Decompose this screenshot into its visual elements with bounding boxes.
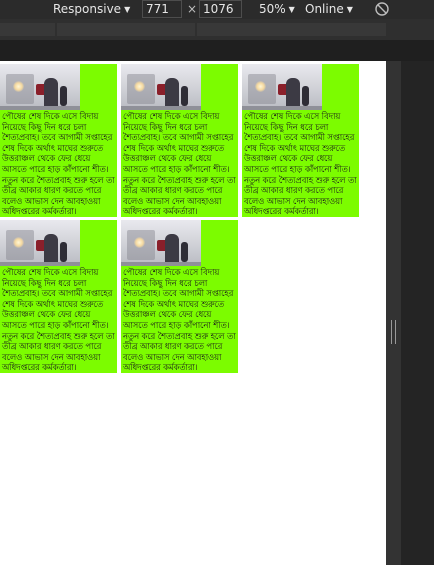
height-input[interactable]: 1076 [199, 0, 242, 18]
news-card-text: পৌষের শেষ দিকে এসে বিদায় নিয়েছে কিছু দ… [123, 267, 236, 373]
news-photo [0, 220, 80, 266]
triangle-down-icon: ▼ [124, 5, 131, 14]
devtools-background [401, 61, 434, 565]
throttle-select[interactable]: Online ▼ [305, 2, 353, 17]
triangle-down-icon: ▼ [346, 5, 353, 14]
news-card-text: পৌষের শেষ দিকে এসে বিদায় নিয়েছে কিছু দ… [2, 111, 115, 217]
news-photo [121, 64, 201, 110]
ruler-bar [0, 40, 434, 61]
width-input[interactable]: 771 [142, 0, 182, 18]
grip-icon[interactable] [391, 320, 396, 344]
zoom-select-label: 50% [259, 2, 286, 16]
news-photo [0, 64, 80, 110]
news-card-text: পৌষের শেষ দিকে এসে বিদায় নিয়েছে কিছু দ… [2, 267, 115, 373]
viewport-resize-handle[interactable] [386, 61, 401, 565]
media-query-bar [0, 19, 434, 40]
news-card: পৌষের শেষ দিকে এসে বিদায় নিয়েছে কিছু দ… [121, 220, 238, 373]
media-query-segment[interactable] [197, 23, 386, 36]
news-card: পৌষের শেষ দিকে এসে বিদায় নিয়েছে কিছু দ… [0, 220, 117, 373]
zoom-select[interactable]: 50% ▼ [259, 2, 295, 17]
device-toolbar: Responsive ▼ 771 × 1076 50% ▼ Online ▼ [0, 0, 434, 19]
news-card: পৌষের শেষ দিকে এসে বিদায় নিয়েছে কিছু দ… [121, 64, 238, 217]
news-card: পৌষের শেষ দিকে এসে বিদায় নিয়েছে কিছু দ… [242, 64, 359, 217]
media-query-segment[interactable] [0, 23, 55, 36]
dimension-separator: × [187, 2, 198, 16]
news-card-text: পৌষের শেষ দিকে এসে বিদায় নিয়েছে কিছু দ… [123, 111, 236, 217]
rotate-icon[interactable] [374, 1, 390, 17]
device-select-label: Responsive [53, 2, 122, 16]
news-card-text: পৌষের শেষ দিকে এসে বিদায় নিয়েছে কিছু দ… [244, 111, 357, 217]
news-card: পৌষের শেষ দিকে এসে বিদায় নিয়েছে কিছু দ… [0, 64, 117, 217]
news-photo [121, 220, 201, 266]
throttle-select-label: Online [305, 2, 344, 16]
triangle-down-icon: ▼ [288, 5, 295, 14]
device-select[interactable]: Responsive ▼ [53, 2, 130, 17]
media-query-segment[interactable] [57, 23, 195, 36]
news-photo [242, 64, 322, 110]
page-viewport: পৌষের শেষ দিকে এসে বিদায় নিয়েছে কিছু দ… [0, 61, 386, 565]
